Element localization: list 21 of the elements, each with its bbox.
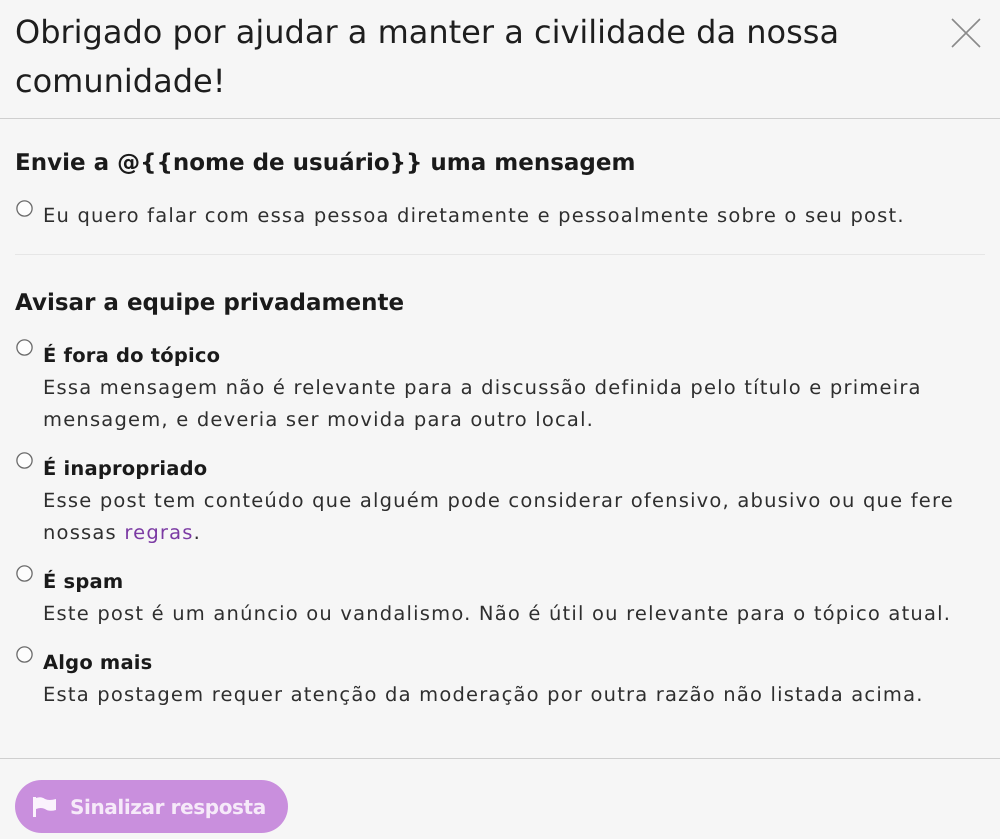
section-heading: Envie a @{{nome de usuário}} uma mensagem (15, 149, 636, 178)
close-icon (951, 18, 981, 48)
radio-button[interactable] (16, 200, 33, 217)
option-description: Este post é um anúncio ou vandalismo. Não é útil ou relevante para o tópico atual. (43, 601, 952, 627)
radio-button[interactable] (16, 339, 33, 356)
option-title: É spam (43, 568, 124, 595)
option-label: Eu quero falar com essa pessoa diretamente e pessoalmente sobre o seu post. (43, 203, 906, 229)
option-description: Essa mensagem não é relevante para a discussão definida pelo título e primeira mensagem, e deveria ser movida para outro local. (43, 375, 923, 433)
option-title: Algo mais (43, 650, 154, 676)
section-heading: Avisar a equipe privadamente (15, 289, 406, 318)
radio-button[interactable] (16, 452, 33, 469)
option-description: Esse post tem conteúdo que alguém pode considerar ofensivo, abusivo ou que fere nossas regras. (43, 488, 955, 546)
close-button[interactable] (951, 18, 981, 48)
option-title: É inapropriado (43, 456, 208, 482)
flag-icon (33, 796, 56, 816)
option-description: Esta postagem requer atenção da moderação por outra razão não listada acima. (43, 682, 925, 708)
radio-button[interactable] (16, 565, 33, 582)
option-title: É fora do tópico (43, 342, 222, 369)
radio-button[interactable] (16, 646, 33, 663)
rules-link[interactable]: regras (124, 521, 194, 544)
dialog-title: Obrigado por ajudar a manter a civilidade da nossa comunidade! (15, 12, 840, 102)
